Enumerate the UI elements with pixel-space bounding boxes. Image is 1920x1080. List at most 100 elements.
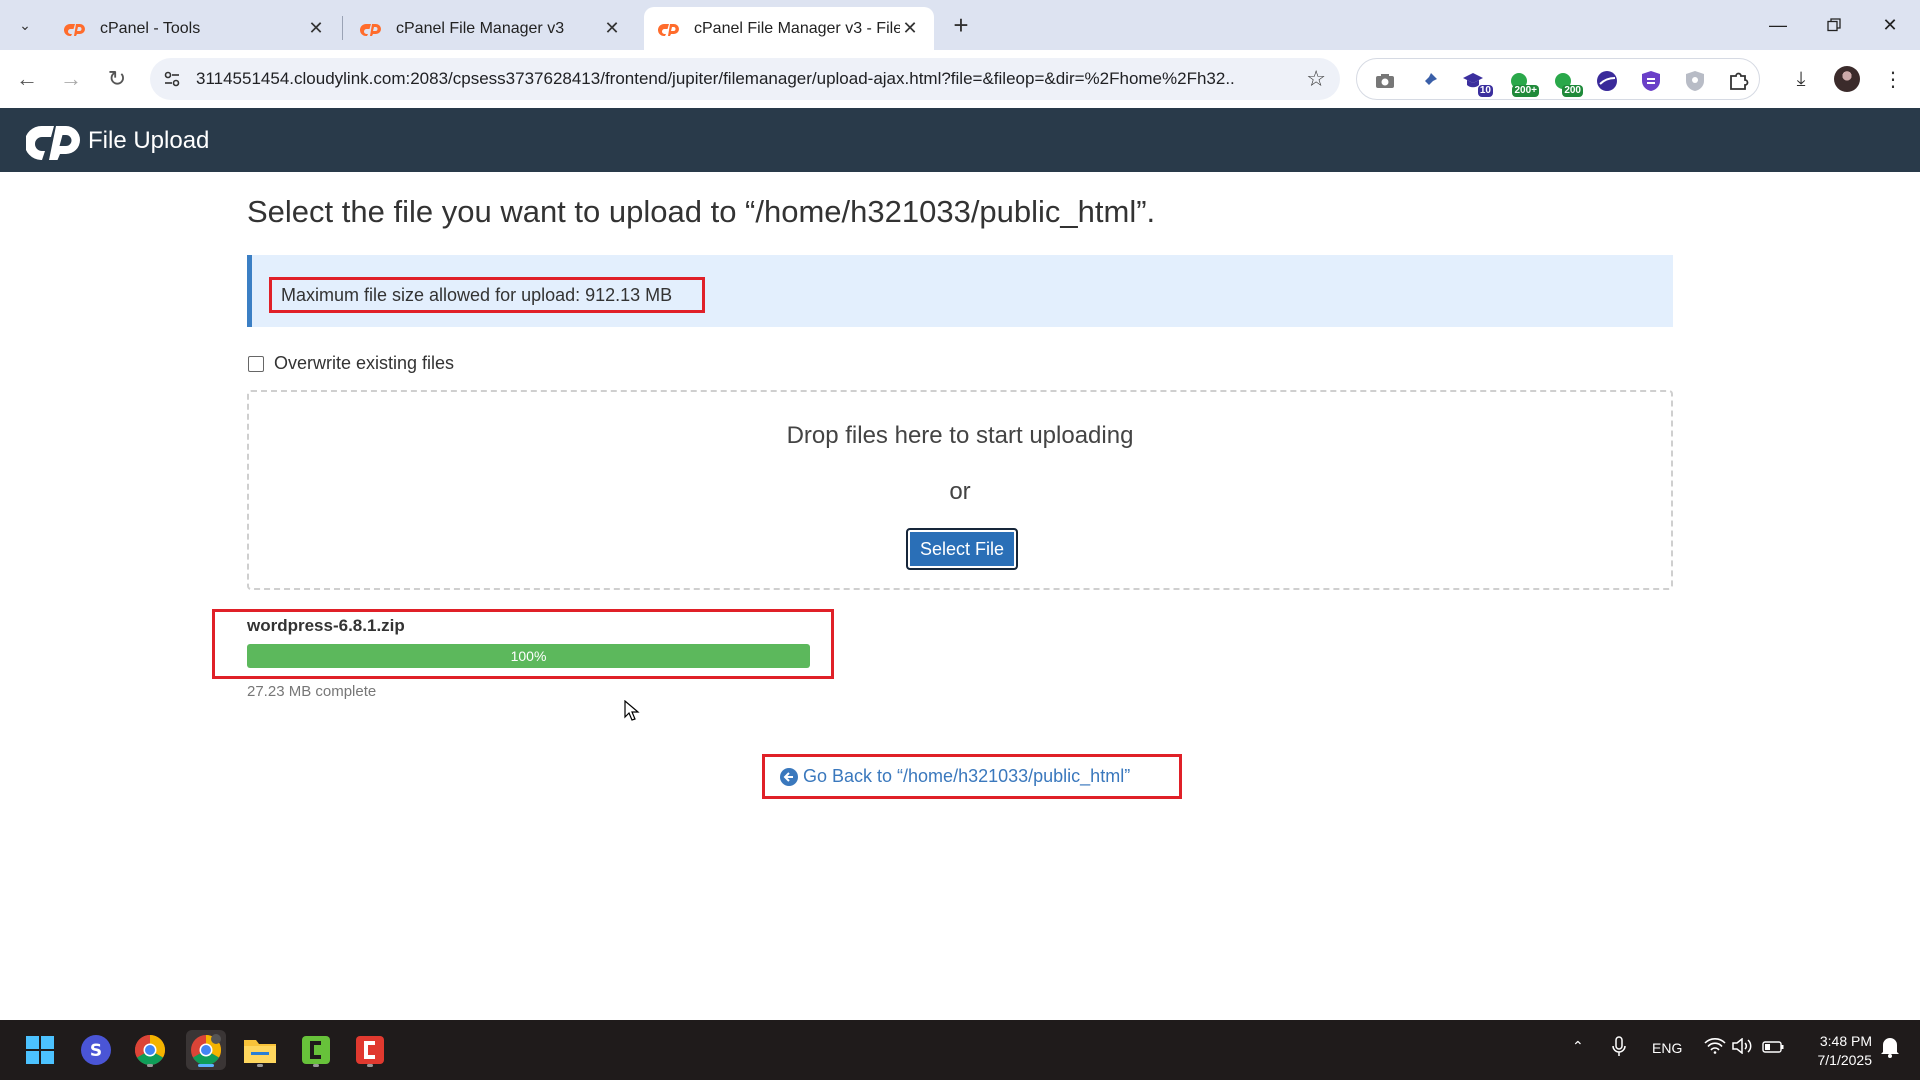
- screenshot-extension[interactable]: [1373, 69, 1397, 93]
- cpanel-favicon-icon: [658, 21, 680, 37]
- battery-button[interactable]: [1762, 1040, 1784, 1056]
- extension-6[interactable]: [1683, 69, 1707, 93]
- extension-1[interactable]: 10: [1461, 69, 1493, 97]
- taskbar-green-app[interactable]: [296, 1030, 336, 1070]
- go-back-link[interactable]: Go Back to “/home/h321033/public_html”: [780, 766, 1130, 787]
- extension-badge: 200+: [1512, 85, 1539, 97]
- taskbar-file-explorer[interactable]: [240, 1030, 280, 1070]
- page-header-title: File Upload: [88, 127, 210, 154]
- arrow-left-icon: ←: [16, 66, 38, 91]
- pin-extension[interactable]: [1417, 69, 1441, 93]
- address-bar[interactable]: 3114551454.cloudylink.com:2083/cpsess373…: [150, 58, 1340, 100]
- reload-button[interactable]: ↻: [102, 64, 132, 94]
- folder-icon: [244, 1040, 276, 1063]
- battery-icon: [1762, 1041, 1784, 1053]
- site-settings-icon[interactable]: [162, 69, 182, 89]
- forward-button[interactable]: →: [56, 64, 86, 94]
- close-icon[interactable]: ✕: [900, 18, 920, 39]
- speaker-icon: [1732, 1037, 1752, 1055]
- app-indicator: [313, 1064, 319, 1067]
- overwrite-checkbox[interactable]: [248, 355, 264, 372]
- volume-button[interactable]: [1732, 1037, 1754, 1057]
- tab-cpanel-tools[interactable]: cPanel - Tools ✕: [50, 7, 340, 50]
- uploaded-file-name: wordpress-6.8.1.zip: [247, 616, 405, 635]
- highlight-box: Maximum file size allowed for upload: 91…: [269, 277, 705, 313]
- extension-5[interactable]: [1639, 69, 1663, 93]
- puzzle-icon: [1730, 72, 1749, 90]
- max-size-info-box: Maximum file size allowed for upload: 91…: [247, 255, 1673, 327]
- minimize-icon: —: [1769, 14, 1787, 35]
- planet-icon: [1597, 71, 1617, 91]
- close-icon[interactable]: ✕: [306, 18, 326, 39]
- select-file-button[interactable]: Select File: [906, 528, 1018, 570]
- profile-avatar[interactable]: [1834, 66, 1860, 92]
- extension-2[interactable]: 200+: [1507, 69, 1539, 97]
- close-window-button[interactable]: ✕: [1862, 0, 1918, 50]
- file-drop-zone[interactable]: Drop files here to start uploading or Se…: [247, 390, 1673, 590]
- windows-taskbar: S ⌃ ENG 3:48 PM 7/1/2025: [0, 1020, 1920, 1080]
- more-vertical-icon: ⋮: [1883, 68, 1903, 91]
- restore-button[interactable]: [1806, 0, 1862, 50]
- arrow-right-icon: →: [60, 66, 82, 91]
- svg-text:S: S: [90, 1041, 102, 1061]
- chrome-icon: [134, 1035, 166, 1066]
- bookmark-star-icon[interactable]: ☆: [1306, 66, 1326, 92]
- extension-3[interactable]: 200: [1551, 69, 1583, 97]
- extensions-menu[interactable]: [1727, 69, 1751, 93]
- chevron-down-icon: ⌄: [19, 16, 31, 33]
- close-icon[interactable]: ✕: [602, 18, 622, 39]
- cpanel-logo[interactable]: [26, 122, 82, 160]
- chevron-up-icon: ⌃: [1572, 1038, 1584, 1054]
- cpanel-favicon-icon: [360, 21, 382, 37]
- back-button[interactable]: ←: [12, 64, 42, 94]
- downloads-button[interactable]: ⤓: [1786, 64, 1816, 94]
- extension-4[interactable]: [1595, 69, 1619, 93]
- plus-icon: +: [953, 9, 969, 40]
- progress-label: 100%: [510, 648, 547, 664]
- tray-overflow-button[interactable]: ⌃: [1572, 1038, 1584, 1055]
- taskbar-red-app[interactable]: [350, 1030, 390, 1070]
- tab-title: cPanel File Manager v3: [396, 19, 565, 37]
- start-button[interactable]: [20, 1030, 60, 1070]
- minimize-button[interactable]: —: [1750, 0, 1806, 50]
- drop-instructions: Drop files here to start uploading: [786, 422, 1134, 449]
- shield-icon: [1686, 71, 1704, 91]
- clock-time: 3:48 PM: [1819, 1033, 1872, 1049]
- tab-file-upload[interactable]: cPanel File Manager v3 - File Up ✕: [644, 7, 934, 50]
- system-clock[interactable]: 3:48 PM 7/1/2025: [1796, 1032, 1873, 1070]
- browser-tab-bar: ⌄ cPanel - Tools ✕ cPanel File Manager v…: [0, 0, 1920, 50]
- browser-toolbar: ← → ↻ 3114551454.cloudylink.com:2083/cps…: [0, 50, 1920, 108]
- tab-file-manager[interactable]: cPanel File Manager v3 ✕: [346, 7, 636, 50]
- app-indicator: [367, 1064, 373, 1067]
- language-indicator[interactable]: ENG: [1652, 1040, 1682, 1056]
- mouse-cursor-icon: [624, 700, 640, 721]
- or-separator: or: [949, 478, 971, 505]
- tab-search-button[interactable]: ⌄: [10, 10, 40, 40]
- go-back-text: Go Back to “/home/h321033/public_html”: [803, 766, 1131, 786]
- extension-badge: 200: [1562, 85, 1583, 97]
- close-icon: ✕: [1882, 14, 1898, 35]
- cpanel-favicon-icon: [64, 21, 86, 37]
- app-indicator: [198, 1064, 214, 1067]
- arrow-circle-left-icon: [780, 767, 798, 786]
- chrome-icon: [191, 1034, 222, 1066]
- taskbar-chrome-profile[interactable]: [186, 1030, 226, 1070]
- taskbar-chrome[interactable]: [130, 1030, 170, 1070]
- microphone-button[interactable]: [1612, 1036, 1626, 1061]
- notifications-button[interactable]: [1880, 1036, 1900, 1061]
- red-app-icon: [356, 1036, 384, 1064]
- extension-badge: 10: [1477, 85, 1493, 97]
- page-title: Select the file you want to upload to “/…: [247, 194, 1156, 229]
- pin-icon: [1421, 73, 1437, 89]
- s-app-icon: S: [81, 1035, 111, 1065]
- overwrite-option[interactable]: Overwrite existing files: [248, 353, 454, 374]
- max-size-text: Maximum file size allowed for upload: 91…: [281, 285, 673, 305]
- browser-menu-button[interactable]: ⋮: [1878, 64, 1908, 94]
- upload-progress-bar: 100%: [247, 644, 810, 668]
- new-tab-button[interactable]: +: [946, 10, 976, 40]
- taskbar-app-s[interactable]: S: [76, 1030, 116, 1070]
- tab-separator: [342, 16, 343, 40]
- green-app-icon: [302, 1036, 330, 1064]
- clock-date: 7/1/2025: [1817, 1052, 1873, 1068]
- wifi-button[interactable]: [1704, 1038, 1726, 1057]
